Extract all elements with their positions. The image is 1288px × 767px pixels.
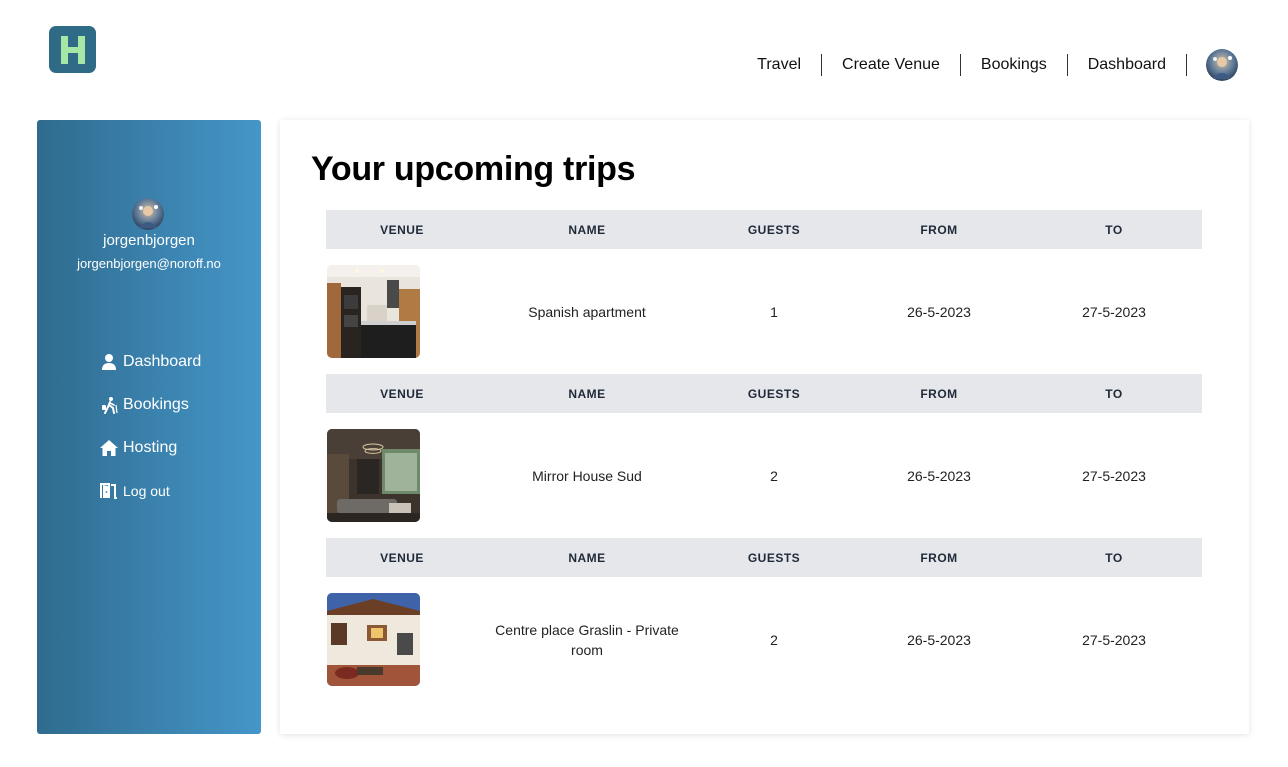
table-row[interactable]: Spanish apartment 1 26-5-2023 27-5-2023 <box>326 249 1202 374</box>
sidebar-item-label: Dashboard <box>123 353 202 370</box>
table-row[interactable]: Centre place Graslin - Private room 2 26… <box>326 577 1202 702</box>
sidebar-item-label: Hosting <box>123 439 178 456</box>
column-header-from: FROM <box>920 222 958 237</box>
column-header-name: NAME <box>568 386 606 401</box>
top-navigation: Travel Create Venue Bookings Dashboard <box>737 49 1238 81</box>
column-header-guests: GUESTS <box>747 386 801 401</box>
table-row[interactable]: Mirror House Sud 2 26-5-2023 27-5-2023 <box>326 413 1202 538</box>
sidebar-item-label: Bookings <box>123 396 189 413</box>
column-header-venue: VENUE <box>380 386 424 401</box>
trip-guests: 2 <box>770 631 778 648</box>
sidebar-item-dashboard[interactable]: Dashboard <box>99 348 201 376</box>
trips-card: Your upcoming trips VENUE NAME GUESTS FR… <box>280 120 1249 734</box>
user-icon <box>99 353 119 371</box>
table-header: VENUE NAME GUESTS FROM TO <box>326 538 1202 577</box>
column-header-to: TO <box>1105 386 1123 401</box>
avatar <box>132 198 164 230</box>
trip-guests: 2 <box>770 467 778 484</box>
trip-from-date: 26-5-2023 <box>907 631 971 648</box>
column-header-from: FROM <box>920 386 958 401</box>
sidebar-menu: Dashboard Bookings Hosting Log out <box>99 348 201 520</box>
nav-link-create-venue[interactable]: Create Venue <box>822 53 960 77</box>
column-header-to: TO <box>1105 550 1123 565</box>
hiking-icon <box>99 396 119 414</box>
nav-link-bookings[interactable]: Bookings <box>961 53 1067 77</box>
trip-from-date: 26-5-2023 <box>907 303 971 320</box>
trip-name: Mirror House Sud <box>532 467 642 484</box>
column-header-from: FROM <box>920 550 958 565</box>
nav-link-travel[interactable]: Travel <box>737 53 821 77</box>
door-exit-icon <box>99 482 119 500</box>
profile-username: jorgenbjorgen <box>103 232 195 249</box>
venue-thumbnail[interactable] <box>327 429 420 522</box>
sidebar-item-label: Log out <box>123 483 170 499</box>
column-header-name: NAME <box>568 222 606 237</box>
column-header-to: TO <box>1105 222 1123 237</box>
home-icon <box>99 439 119 457</box>
sidebar: jorgenbjorgen jorgenbjorgen@noroff.no Da… <box>37 120 261 734</box>
column-header-name: NAME <box>568 550 606 565</box>
logo[interactable] <box>49 26 96 73</box>
page-title: Your upcoming trips <box>311 150 636 188</box>
user-avatar-icon[interactable] <box>1206 49 1238 81</box>
sidebar-item-hosting[interactable]: Hosting <box>99 434 201 462</box>
sidebar-item-bookings[interactable]: Bookings <box>99 391 201 419</box>
column-header-guests: GUESTS <box>747 222 801 237</box>
column-header-venue: VENUE <box>380 550 424 565</box>
trips-table: VENUE NAME GUESTS FROM TO Spanish apartm… <box>326 210 1202 702</box>
venue-thumbnail[interactable] <box>327 265 420 358</box>
h-logo-icon <box>60 35 85 64</box>
trip-from-date: 26-5-2023 <box>907 467 971 484</box>
trip-to-date: 27-5-2023 <box>1082 631 1146 648</box>
table-header: VENUE NAME GUESTS FROM TO <box>326 374 1202 413</box>
column-header-guests: GUESTS <box>747 550 801 565</box>
trip-to-date: 27-5-2023 <box>1082 303 1146 320</box>
column-header-venue: VENUE <box>380 222 424 237</box>
sidebar-item-log-out[interactable]: Log out <box>99 477 201 505</box>
trip-name: Centre place Graslin - Private room <box>495 621 679 658</box>
trip-to-date: 27-5-2023 <box>1082 467 1146 484</box>
trip-name: Spanish apartment <box>528 303 646 320</box>
trip-guests: 1 <box>770 303 778 320</box>
table-header: VENUE NAME GUESTS FROM TO <box>326 210 1202 249</box>
profile-email: jorgenbjorgen@noroff.no <box>77 256 221 271</box>
nav-link-dashboard[interactable]: Dashboard <box>1068 53 1186 77</box>
nav-divider <box>1186 54 1187 76</box>
venue-thumbnail[interactable] <box>327 593 420 686</box>
